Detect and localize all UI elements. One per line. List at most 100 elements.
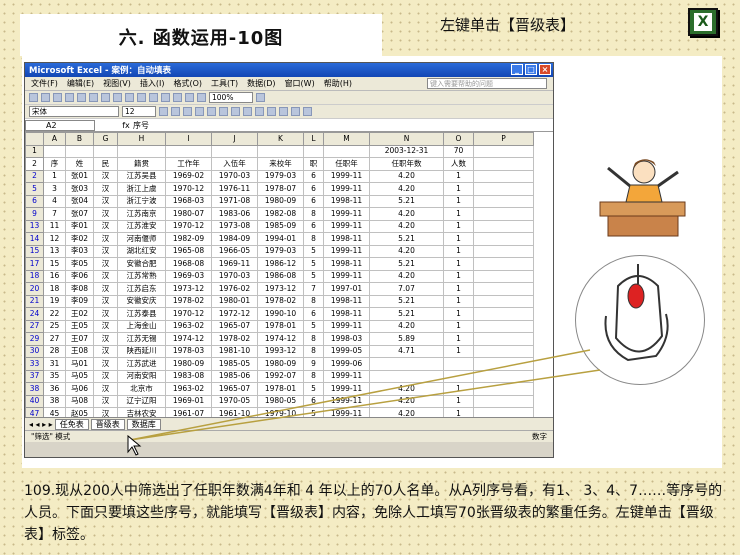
cell[interactable]: 汉 [93,382,118,396]
menu-window[interactable]: 窗口(W) [285,78,315,89]
cell[interactable] [257,144,304,158]
cell[interactable]: 1970-12 [165,219,212,233]
filter-header-cell[interactable]: 任职年 [323,157,370,171]
cell[interactable]: 汉 [93,194,118,208]
cell[interactable]: 1978-01 [257,319,304,333]
help-search-input[interactable]: 键入需要帮助的问题 [427,78,547,89]
cell[interactable]: 1969-01 [165,394,212,408]
cell[interactable]: 1970-12 [165,307,212,321]
cell[interactable]: 李03 [65,244,94,258]
cell[interactable]: 汉 [93,294,118,308]
cell[interactable]: 陕西延川 [117,344,166,358]
cell[interactable]: 1974-12 [257,332,304,346]
minimize-button[interactable]: _ [511,64,523,75]
cell[interactable]: 4.20 [369,269,444,283]
cell[interactable]: 上海金山 [117,319,166,333]
row-header[interactable]: 18 [25,269,44,283]
cell[interactable]: 1 [443,407,474,417]
cell[interactable]: 江苏启东 [117,282,166,296]
cell[interactable]: 4.20 [369,319,444,333]
row-header[interactable]: 29 [25,332,44,346]
cell[interactable] [369,369,444,383]
sum-icon[interactable] [161,93,170,102]
cell[interactable]: 1969-03 [165,269,212,283]
row-header[interactable]: 6 [25,194,44,208]
cell[interactable]: 1963-02 [165,319,212,333]
filter-header-cell[interactable]: 职 [303,157,324,171]
cell[interactable]: 汉 [93,257,118,271]
fill-color-icon[interactable] [291,107,300,116]
cell[interactable]: 1965-07 [211,319,258,333]
filter-header-cell[interactable]: 来校年 [257,157,304,171]
cell[interactable]: 1990-10 [257,307,304,321]
cell[interactable]: 5.21 [369,307,444,321]
col-header[interactable]: B [65,132,94,146]
underline-icon[interactable] [183,107,192,116]
cell[interactable]: 3 [43,182,66,196]
menu-data[interactable]: 数据(D) [247,78,275,89]
cell[interactable]: 1998-11 [323,294,370,308]
cell[interactable]: 1986-08 [257,269,304,283]
cell[interactable] [473,194,534,208]
cell[interactable]: 5 [303,257,324,271]
align-right-icon[interactable] [219,107,228,116]
cell[interactable]: 1983-06 [211,207,258,221]
close-button[interactable]: × [539,64,551,75]
menu-help[interactable]: 帮助(H) [324,78,352,89]
cell[interactable] [43,144,66,158]
cell[interactable] [473,207,534,221]
cell[interactable]: 1985-05 [211,357,258,371]
tab-renmianbiao[interactable]: 任免表 [54,418,89,430]
cell[interactable]: 1976-02 [211,282,258,296]
cell[interactable]: 4.20 [369,219,444,233]
cell[interactable]: 1980-01 [211,294,258,308]
align-center-icon[interactable] [207,107,216,116]
cell[interactable]: 11 [43,219,66,233]
cell[interactable]: 8 [303,294,324,308]
cell[interactable] [473,182,534,196]
cell[interactable] [443,369,474,383]
cell[interactable]: 15 [43,257,66,271]
cell[interactable]: 1 [443,194,474,208]
cell[interactable]: 汉 [93,207,118,221]
cell[interactable]: 1961-07 [165,407,212,417]
cell[interactable]: 6 [303,219,324,233]
align-left-icon[interactable] [195,107,204,116]
cell[interactable]: 汉 [93,232,118,246]
cell[interactable] [473,232,534,246]
cell[interactable]: 汉 [93,357,118,371]
row-header[interactable]: 5 [25,182,44,196]
cell[interactable]: 1961-10 [211,407,258,417]
cell[interactable] [473,319,534,333]
italic-icon[interactable] [171,107,180,116]
cell[interactable]: 湖北红安 [117,244,166,258]
cell[interactable]: 李05 [65,257,94,271]
row-header[interactable]: 30 [25,344,44,358]
border-icon[interactable] [279,107,288,116]
cell[interactable]: 31 [43,357,66,371]
row-header[interactable]: 27 [25,319,44,333]
cell[interactable]: 1998-11 [323,194,370,208]
cell[interactable]: 1999-05 [323,344,370,358]
cell[interactable]: 马06 [65,382,94,396]
cell[interactable]: 5.21 [369,194,444,208]
cell[interactable]: 浙江宁波 [117,194,166,208]
cell[interactable]: 5.21 [369,232,444,246]
cell[interactable]: 35 [43,369,66,383]
cell[interactable]: 1970-03 [211,169,258,183]
cell[interactable]: 1999-11 [323,182,370,196]
cell[interactable]: 19 [43,294,66,308]
cell[interactable]: 16 [43,269,66,283]
cell[interactable]: 5 [303,319,324,333]
cell[interactable]: 李06 [65,269,94,283]
tab-jinjibiao[interactable]: 晋级表 [90,418,125,430]
cell[interactable] [473,244,534,258]
cell[interactable]: 1 [443,219,474,233]
cell[interactable]: 1971-08 [211,194,258,208]
cell[interactable]: 4.20 [369,169,444,183]
cell[interactable]: 2003-12-31 [369,144,444,158]
cell[interactable]: 1 [443,344,474,358]
cell[interactable]: 1997-01 [323,282,370,296]
cell[interactable] [473,294,534,308]
cell[interactable]: 江苏无锡 [117,332,166,346]
